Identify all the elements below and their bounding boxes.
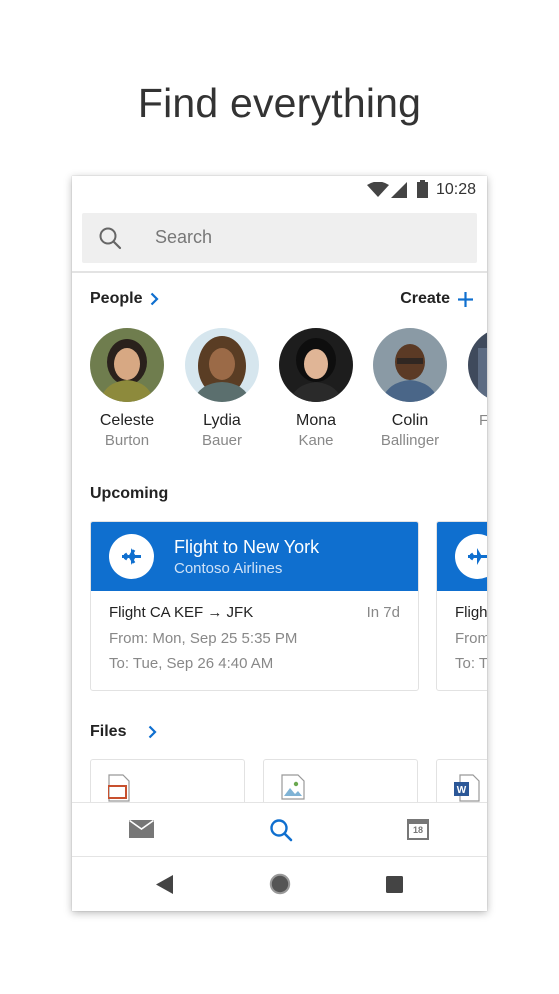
flight-card[interactable]: Flight to New York Contoso Airlines Flig… [90,521,419,691]
flight-route: Fligh [455,604,487,621]
page-headline: Find everything [137,80,422,126]
person-celeste-burton[interactable]: Celeste Burton [82,328,172,449]
person-last-name: Bauer [201,432,243,449]
card-airline: Contoso Airlines [174,560,283,577]
flight-departure: From: Mon, Sep 25 5:35 PM [109,630,298,647]
people-title: People [90,290,143,307]
chevron-right-icon [149,725,158,739]
flight-due: In 7d [366,604,400,621]
svg-text:W: W [457,785,467,796]
person-lydia-bauer[interactable]: Lydia Bauer [177,328,267,449]
divider [72,271,487,273]
airplane-icon [109,534,154,579]
pdf-file-icon [108,774,130,802]
recents-icon[interactable] [386,876,403,893]
person-last-name: Burton [104,432,150,449]
calendar-day: 18 [412,825,423,835]
flight-route: Flight CA KEF → JFK [109,604,254,621]
word-file-icon: W [454,774,480,802]
card-title: Flight to New York [174,537,320,557]
bottom-navigation: 18 [72,802,487,857]
mail-icon[interactable] [129,820,154,838]
status-time: 10:28 [435,181,476,198]
back-icon[interactable] [156,875,173,894]
flight-departure: From [455,630,487,647]
people-header[interactable]: People [90,290,160,308]
image-file-icon [281,774,305,800]
avatar [468,328,487,402]
create-contact-button[interactable]: Create [400,290,473,308]
wifi-icon [367,182,389,197]
avatar [279,328,353,402]
plus-icon [458,291,473,307]
system-navigation-bar [72,856,487,911]
person-partial[interactable]: F [459,328,487,429]
phone-screen: 10:28 Search People Create Celeste Burto… [72,176,487,911]
airplane-icon [455,534,487,579]
flight-card-partial[interactable]: Fligh From To: T [436,521,487,691]
files-header[interactable]: Files [90,723,158,741]
files-title: Files [90,723,127,740]
card-header [437,522,487,591]
person-mona-kane[interactable]: Mona Kane [271,328,361,449]
create-label: Create [400,290,450,307]
person-first-name: Lydia [203,412,241,429]
avatar [185,328,259,402]
person-last-name: Ballinger [380,432,440,449]
flight-arrival: To: Tue, Sep 26 4:40 AM [109,655,274,672]
upcoming-title: Upcoming [90,485,169,502]
search-placeholder: Search [155,227,213,247]
battery-icon [417,180,428,198]
person-first-name: Colin [391,412,429,429]
status-bar: 10:28 [72,176,487,206]
flight-arrival: To: T [455,655,487,672]
calendar-icon[interactable]: 18 [407,819,429,840]
person-first-name: Celeste [99,412,155,429]
card-header: Flight to New York Contoso Airlines [91,522,418,591]
person-colin-ballinger[interactable]: Colin Ballinger [365,328,455,449]
home-icon[interactable] [269,873,291,895]
cellular-signal-icon [391,182,407,198]
search-icon [99,227,122,250]
chevron-right-icon [151,292,160,306]
person-last-name: F [479,412,487,429]
avatar [90,328,164,402]
search-icon[interactable] [269,818,293,842]
avatar [373,328,447,402]
search-input[interactable]: Search [82,213,477,263]
person-first-name: Mona [295,412,337,429]
person-last-name: Kane [298,432,334,449]
